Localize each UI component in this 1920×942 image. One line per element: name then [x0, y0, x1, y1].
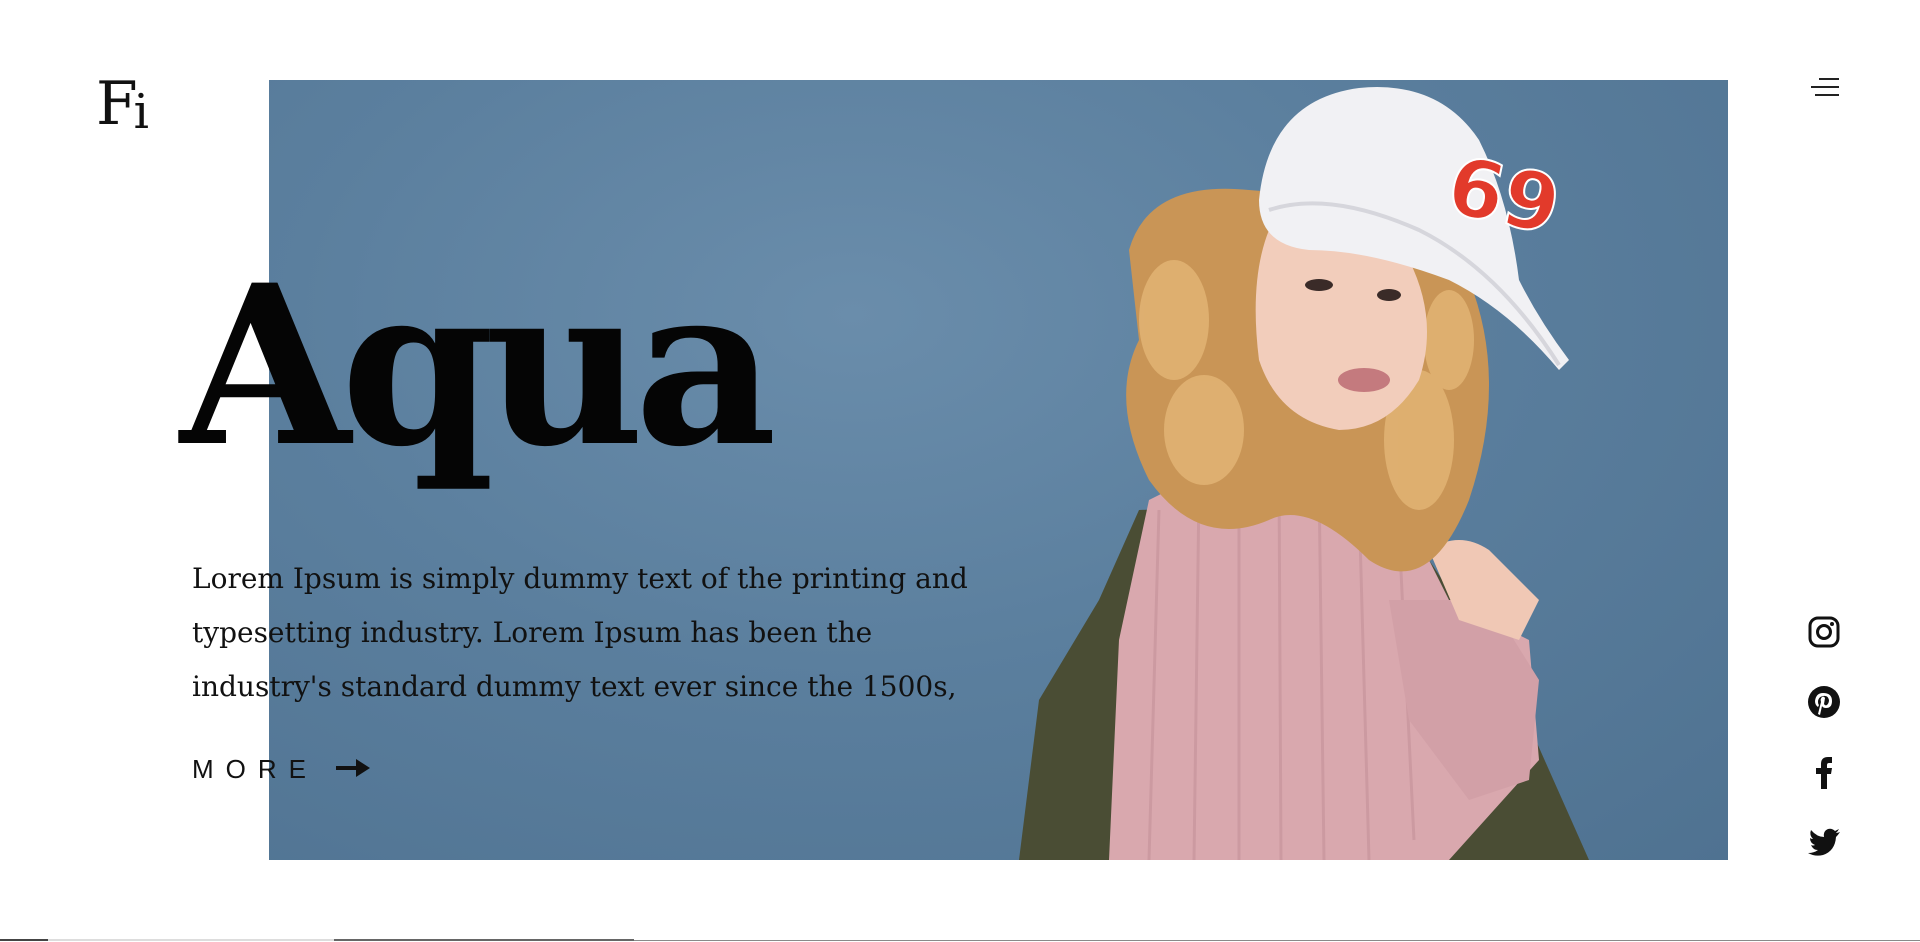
slider-progress-segment — [334, 939, 634, 941]
more-button[interactable]: MORE — [192, 754, 370, 785]
twitter-icon[interactable] — [1807, 825, 1841, 859]
menu-bar — [1819, 78, 1839, 80]
hero-description: Lorem Ipsum is simply dummy text of the … — [192, 562, 968, 703]
hamburger-menu-icon[interactable] — [1811, 78, 1839, 100]
more-label: MORE — [192, 754, 318, 784]
logo-letter-f: F — [96, 69, 138, 139]
slider-progress-segment — [48, 939, 334, 941]
menu-bar — [1815, 94, 1839, 96]
arrow-right-icon — [336, 758, 370, 781]
logo-letter-i: i — [133, 84, 150, 140]
lips-shape — [1338, 368, 1390, 392]
pinterest-icon[interactable] — [1807, 685, 1841, 719]
facebook-icon[interactable] — [1807, 755, 1841, 789]
menu-bar — [1811, 86, 1839, 88]
instagram-icon[interactable] — [1807, 615, 1841, 649]
slider-progress-segment — [0, 939, 48, 941]
hero-title: Aqua — [180, 236, 777, 495]
site-logo[interactable]: Fi — [96, 74, 149, 136]
